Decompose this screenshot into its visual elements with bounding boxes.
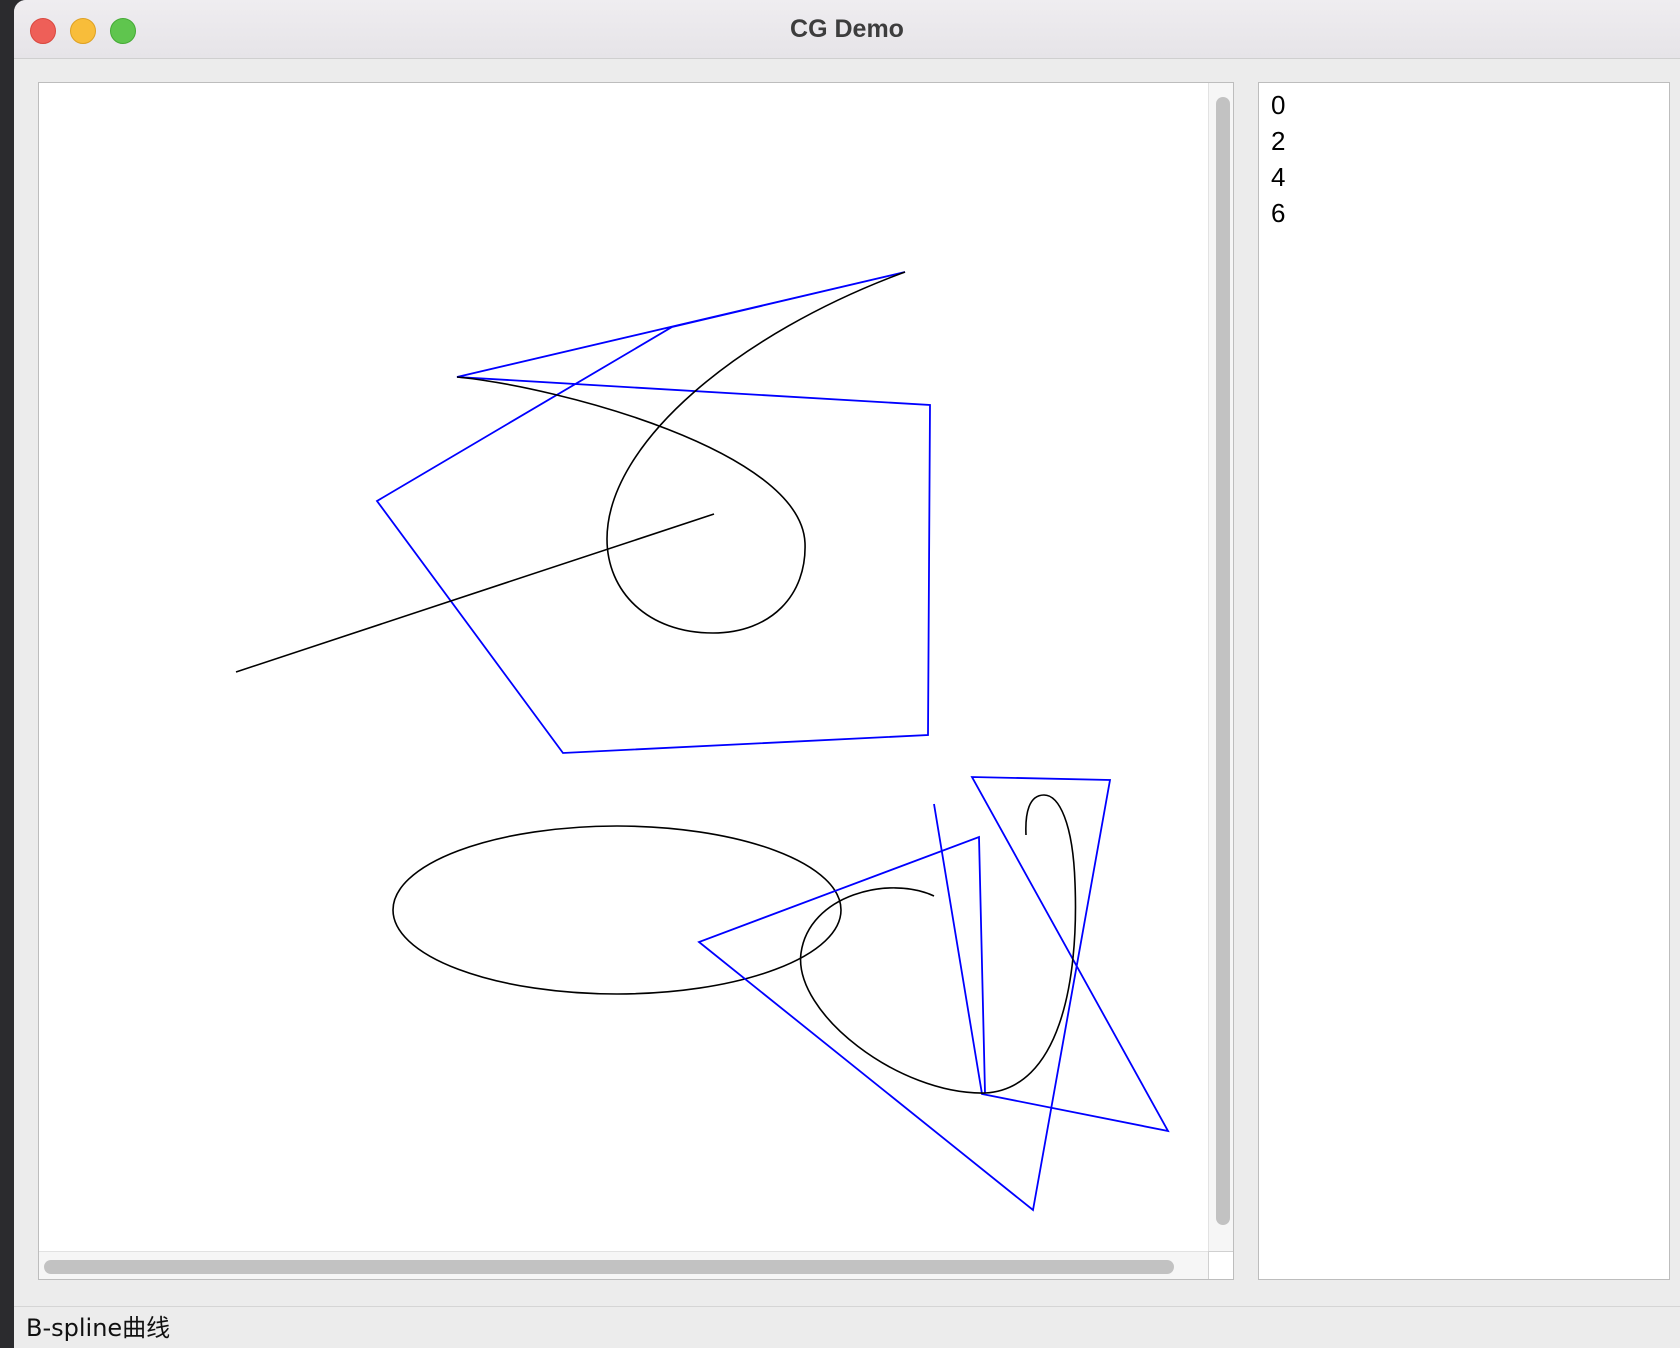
drawing-list: 0 2 4 6 [1259,83,1669,231]
control-polygon-lower [697,776,1170,1212]
status-text: B-spline曲线 [26,1314,171,1342]
control-polygon-upper [375,271,931,754]
horizontal-scrollbar[interactable] [39,1251,1208,1279]
horizontal-scroll-thumb[interactable] [44,1260,1174,1274]
line-segment [235,513,715,673]
scrollbar-corner [1208,1251,1233,1279]
list-item[interactable]: 2 [1259,123,1669,159]
b-spline-curve-upper [456,271,906,634]
drawing-list-panel[interactable]: 0 2 4 6 [1258,82,1670,1280]
app-window: CG Demo 0 2 4 6 B-spline曲线 [14,0,1680,1348]
vertical-scrollbar[interactable] [1208,83,1233,1251]
drawing-canvas-panel[interactable] [38,82,1234,1280]
status-bar: B-spline曲线 [14,1306,1680,1348]
list-item[interactable]: 4 [1259,159,1669,195]
list-item[interactable]: 6 [1259,195,1669,231]
vertical-scroll-thumb[interactable] [1216,97,1230,1225]
window-title: CG Demo [790,15,904,43]
b-spline-curve-lower [799,794,1077,1094]
title-bar[interactable]: CG Demo [14,0,1680,59]
list-item[interactable]: 0 [1259,87,1669,123]
drawing-canvas[interactable] [39,83,1208,1251]
ellipse-shape [392,825,842,995]
